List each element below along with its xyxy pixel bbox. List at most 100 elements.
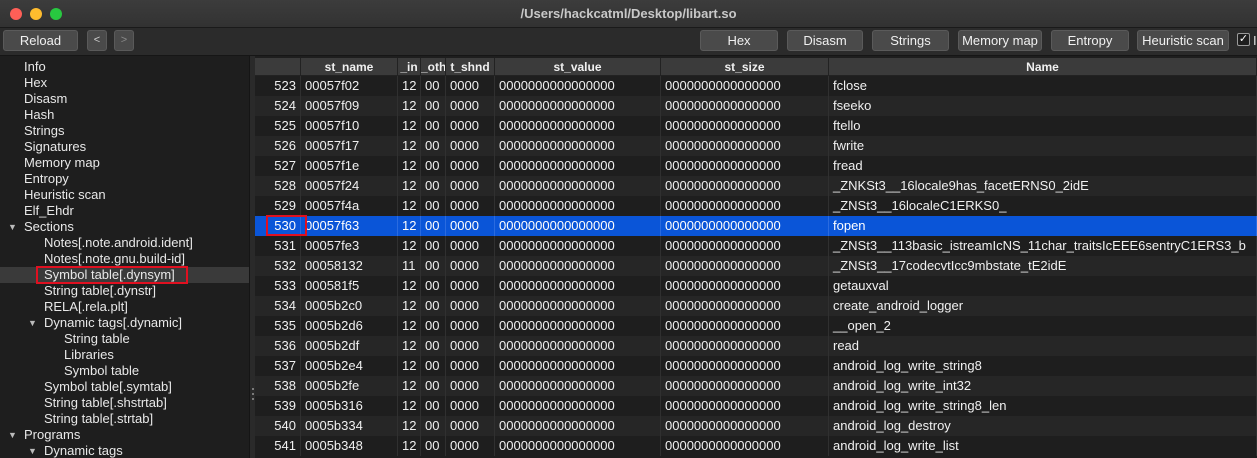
cell-st-info: 12	[398, 236, 421, 256]
table-row[interactable]: 526 00057f17 12 00 0000 0000000000000000 00000…	[255, 136, 1257, 156]
table-row[interactable]: 535 0005b2d6 12 00 0000 0000000000000000 00000…	[255, 316, 1257, 336]
cell-st-name: 00057f4a	[301, 196, 398, 216]
tree-item-heuristic-scan[interactable]: Heuristic scan	[24, 187, 106, 203]
tree-item-notes-android-ident[interactable]: Notes[.note.android.ident]	[44, 235, 193, 251]
cell-name: fopen	[829, 216, 1257, 236]
sidebar-tree: Info Hex Disasm Hash Strings Signatures …	[0, 56, 249, 458]
table-row[interactable]: 528 00057f24 12 00 0000 0000000000000000 00000…	[255, 176, 1257, 196]
cell-index: 528	[255, 176, 301, 196]
column-header-name[interactable]: Name	[829, 58, 1257, 76]
tree-item-rela-plt[interactable]: RELA[.rela.plt]	[44, 299, 128, 315]
cell-name: _ZNKSt3__16locale9has_facetERNS0_2idE	[829, 176, 1257, 196]
cell-st-shndx: 0000	[446, 256, 495, 276]
cell-st-shndx: 0000	[446, 276, 495, 296]
column-header-st-name[interactable]: st_name	[301, 58, 398, 76]
table-row[interactable]: 536 0005b2df 12 00 0000 0000000000000000 00000…	[255, 336, 1257, 356]
tree-item-notes-gnu-build-id[interactable]: Notes[.note.gnu.build-id]	[44, 251, 185, 267]
table-row[interactable]: 532 00058132 11 00 0000 0000000000000000 00000…	[255, 256, 1257, 276]
column-header-st-shndx[interactable]: t_shnd	[446, 58, 495, 76]
table-row[interactable]: 533 000581f5 12 00 0000 0000000000000000 00000…	[255, 276, 1257, 296]
tree-item-string-table-shstrtab[interactable]: String table[.shstrtab]	[44, 395, 167, 411]
reload-button[interactable]: Reload	[3, 30, 78, 51]
tree-item-disasm[interactable]: Disasm	[24, 91, 67, 107]
back-button[interactable]: <	[87, 30, 107, 51]
tree-item-string-table[interactable]: String table	[64, 331, 130, 347]
cell-st-name: 0005b2d6	[301, 316, 398, 336]
splitter-grip-dot	[252, 398, 254, 400]
cell-st-info: 11	[398, 256, 421, 276]
table-row[interactable]: 539 0005b316 12 00 0000 0000000000000000 00000…	[255, 396, 1257, 416]
column-header-st-value[interactable]: st_value	[495, 58, 661, 76]
cell-st-value: 0000000000000000	[495, 436, 661, 456]
entropy-button[interactable]: Entropy	[1051, 30, 1129, 51]
option-checkbox[interactable]: ✓	[1237, 33, 1250, 46]
column-header-index[interactable]	[255, 58, 301, 76]
cell-st-name: 00057f02	[301, 76, 398, 96]
expand-program-dynamic-tags-icon[interactable]: ▼	[28, 443, 38, 458]
cell-index: 540	[255, 416, 301, 436]
cell-st-name: 00057f09	[301, 96, 398, 116]
tree-item-sections[interactable]: Sections	[24, 219, 74, 235]
cell-st-size: 0000000000000000	[661, 376, 829, 396]
table-row[interactable]: 541 0005b348 12 00 0000 0000000000000000 00000…	[255, 436, 1257, 456]
forward-button[interactable]: >	[114, 30, 134, 51]
tree-item-programs[interactable]: Programs	[24, 427, 80, 443]
cell-name: fclose	[829, 76, 1257, 96]
cell-st-other: 00	[421, 196, 446, 216]
strings-button[interactable]: Strings	[872, 30, 949, 51]
tree-item-libraries[interactable]: Libraries	[64, 347, 114, 363]
tree-item-symbol-table[interactable]: Symbol table	[64, 363, 139, 379]
table-row[interactable]: 527 00057f1e 12 00 0000 0000000000000000 00000…	[255, 156, 1257, 176]
heuristic-scan-button[interactable]: Heuristic scan	[1137, 30, 1229, 51]
expand-sections-icon[interactable]: ▼	[8, 219, 18, 235]
table-row[interactable]: 537 0005b2e4 12 00 0000 0000000000000000 00000…	[255, 356, 1257, 376]
toolbar: Reload < > Hex Disasm Strings Memory map…	[0, 28, 1257, 56]
cell-st-shndx: 0000	[446, 76, 495, 96]
cell-name: getauxval	[829, 276, 1257, 296]
cell-st-other: 00	[421, 256, 446, 276]
cell-st-info: 12	[398, 76, 421, 96]
tree-item-signatures[interactable]: Signatures	[24, 139, 86, 155]
tree-item-memory-map[interactable]: Memory map	[24, 155, 100, 171]
cell-st-name: 0005b334	[301, 416, 398, 436]
column-header-st-info[interactable]: _in	[398, 58, 421, 76]
cell-st-info: 12	[398, 436, 421, 456]
table-row[interactable]: 534 0005b2c0 12 00 0000 0000000000000000 00000…	[255, 296, 1257, 316]
tree-item-string-table-strtab[interactable]: String table[.strtab]	[44, 411, 153, 427]
cell-index: 538	[255, 376, 301, 396]
tree-item-string-table-dynstr[interactable]: String table[.dynstr]	[44, 283, 156, 299]
cell-st-value: 0000000000000000	[495, 376, 661, 396]
cell-st-other: 00	[421, 336, 446, 356]
cell-st-info: 12	[398, 276, 421, 296]
table-row[interactable]: 531 00057fe3 12 00 0000 0000000000000000 00000…	[255, 236, 1257, 256]
cell-name: android_log_destroy	[829, 416, 1257, 436]
table-row[interactable]: 530 00057f63 12 00 0000 0000000000000000 00000…	[255, 216, 1257, 236]
tree-item-elf-ehdr[interactable]: Elf_Ehdr	[24, 203, 74, 219]
tree-item-strings[interactable]: Strings	[24, 123, 64, 139]
tree-item-entropy[interactable]: Entropy	[24, 171, 69, 187]
hex-button[interactable]: Hex	[700, 30, 778, 51]
cell-st-value: 0000000000000000	[495, 216, 661, 236]
disasm-button[interactable]: Disasm	[787, 30, 863, 51]
cell-st-name: 00057f17	[301, 136, 398, 156]
table-row[interactable]: 525 00057f10 12 00 0000 0000000000000000 00000…	[255, 116, 1257, 136]
cell-st-name: 00057f63	[301, 216, 398, 236]
tree-item-dynamic-tags-dynamic[interactable]: Dynamic tags[.dynamic]	[44, 315, 182, 331]
expand-dynamic-tags-icon[interactable]: ▼	[28, 315, 38, 331]
column-header-st-size[interactable]: st_size	[661, 58, 829, 76]
table-row[interactable]: 523 00057f02 12 00 0000 0000000000000000 00000…	[255, 76, 1257, 96]
tree-item-program-dynamic-tags[interactable]: Dynamic tags	[44, 443, 123, 458]
title-bar: /Users/hackcatml/Desktop/libart.so	[0, 0, 1257, 28]
table-row[interactable]: 540 0005b334 12 00 0000 0000000000000000 00000…	[255, 416, 1257, 436]
table-row[interactable]: 524 00057f09 12 00 0000 0000000000000000 00000…	[255, 96, 1257, 116]
tree-item-info[interactable]: Info	[24, 59, 46, 75]
tree-item-hex[interactable]: Hex	[24, 75, 47, 91]
tree-item-symbol-table-symtab[interactable]: Symbol table[.symtab]	[44, 379, 172, 395]
tree-item-hash[interactable]: Hash	[24, 107, 54, 123]
expand-programs-icon[interactable]: ▼	[8, 427, 18, 443]
table-row[interactable]: 529 00057f4a 12 00 0000 0000000000000000 00000…	[255, 196, 1257, 216]
column-header-st-other[interactable]: _oth	[421, 58, 446, 76]
memory-map-button[interactable]: Memory map	[958, 30, 1042, 51]
cell-st-name: 0005b316	[301, 396, 398, 416]
table-row[interactable]: 538 0005b2fe 12 00 0000 0000000000000000 00000…	[255, 376, 1257, 396]
